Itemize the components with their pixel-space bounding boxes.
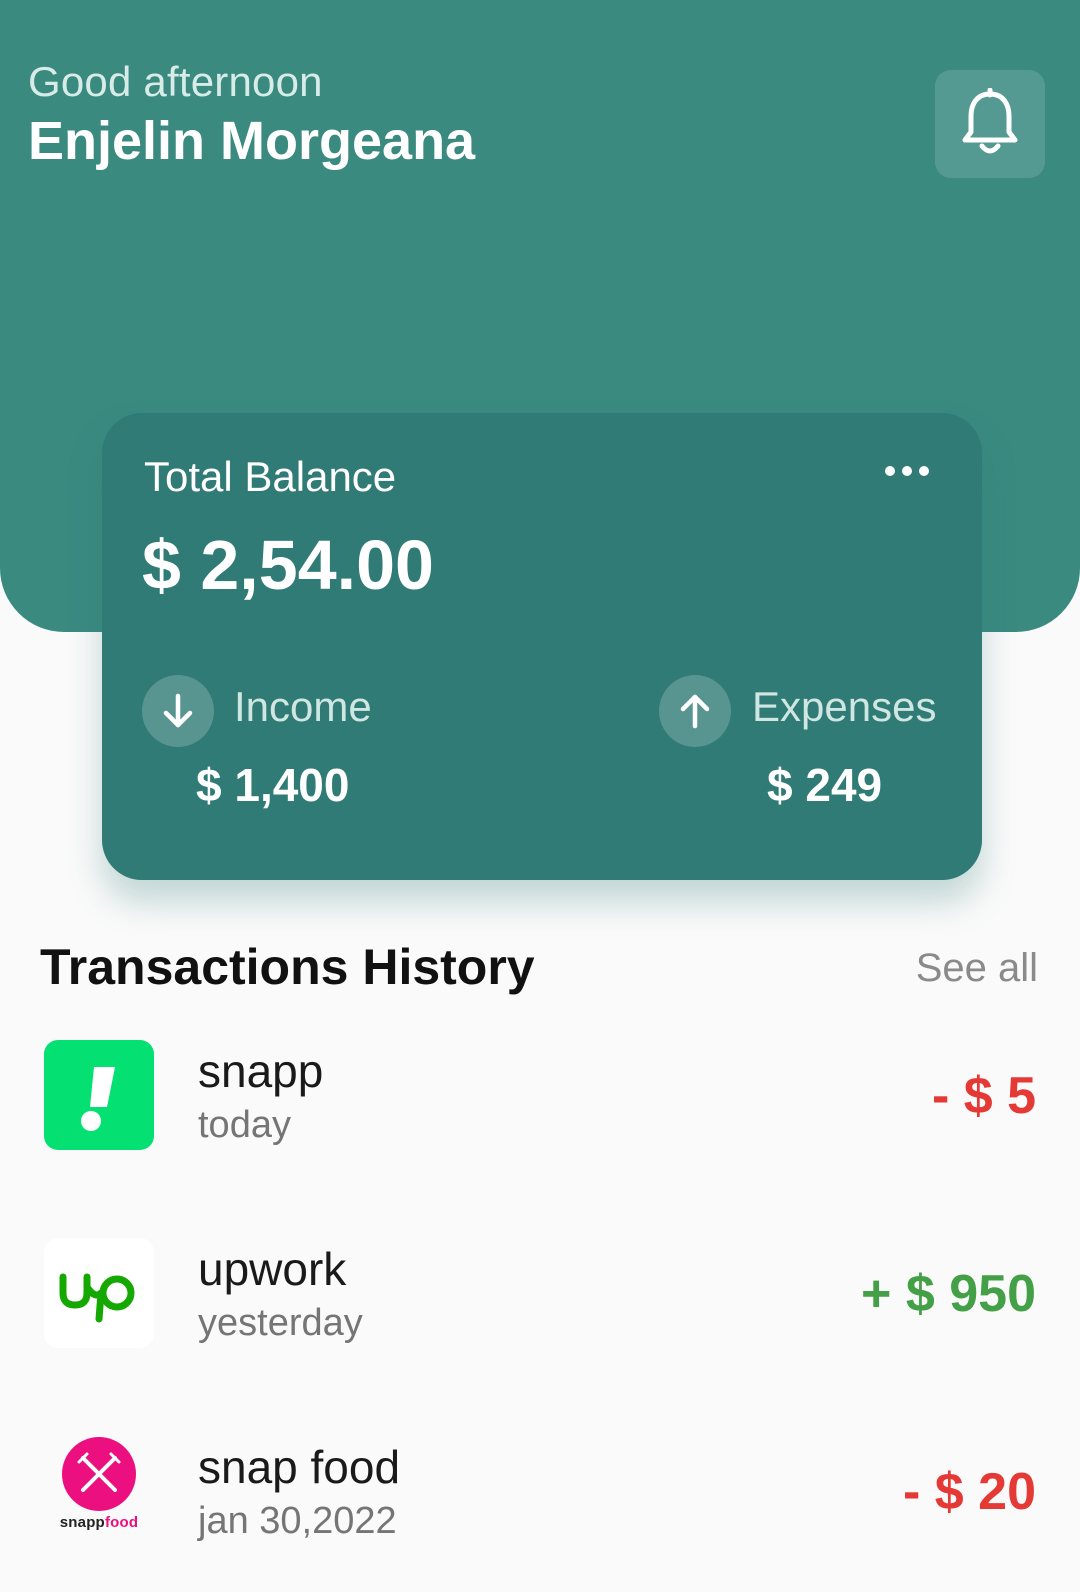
arrow-up-icon <box>680 694 710 729</box>
expenses-label: Expenses <box>752 683 937 730</box>
snappfood-logo-caption: snappfood <box>59 1514 139 1531</box>
transaction-row[interactable]: upwork yesterday + $ 950 <box>0 1238 1080 1358</box>
transaction-amount: - $ 5 <box>931 1067 1036 1125</box>
transaction-name: snap food <box>198 1441 401 1493</box>
transaction-row[interactable]: snapp today - $ 5 <box>0 1040 1080 1160</box>
transaction-amount: + $ 950 <box>861 1265 1036 1323</box>
expenses-icon-badge <box>659 675 731 747</box>
transaction-row[interactable]: snappfood snap food jan 30,2022 - $ 20 <box>0 1436 1080 1556</box>
upwork-logo <box>44 1238 154 1348</box>
greeting-text: Good afternoon <box>28 58 323 105</box>
transaction-name: snapp <box>198 1045 324 1097</box>
transactions-title: Transactions History <box>40 939 535 995</box>
app-screen: Good afternoon Enjelin Morgeana Total Ba… <box>0 0 1080 1592</box>
transaction-date: today <box>198 1104 291 1146</box>
transaction-date: yesterday <box>198 1302 363 1344</box>
expenses-amount: $ 249 <box>767 759 883 811</box>
see-all-link[interactable]: See all <box>916 946 1038 991</box>
user-name: Enjelin Morgeana <box>28 111 476 171</box>
income-label: Income <box>234 683 372 730</box>
balance-title: Total Balance <box>144 453 397 500</box>
transaction-amount: - $ 20 <box>903 1463 1036 1521</box>
income-icon-badge <box>142 675 214 747</box>
snapp-logo <box>44 1040 154 1150</box>
bell-icon <box>962 88 1018 154</box>
more-horizontal-icon <box>885 466 895 476</box>
snappfood-logo: snappfood <box>44 1436 154 1546</box>
balance-card[interactable]: Total Balance $ 2,54.00 Income $ 1,400 E… <box>102 413 982 880</box>
balance-amount: $ 2,54.00 <box>142 526 434 604</box>
transaction-name: upwork <box>198 1243 347 1295</box>
notifications-button[interactable] <box>935 70 1045 178</box>
arrow-down-icon <box>163 693 193 728</box>
income-amount: $ 1,400 <box>196 759 350 811</box>
transaction-date: jan 30,2022 <box>198 1500 397 1542</box>
more-options-button[interactable] <box>872 451 942 491</box>
